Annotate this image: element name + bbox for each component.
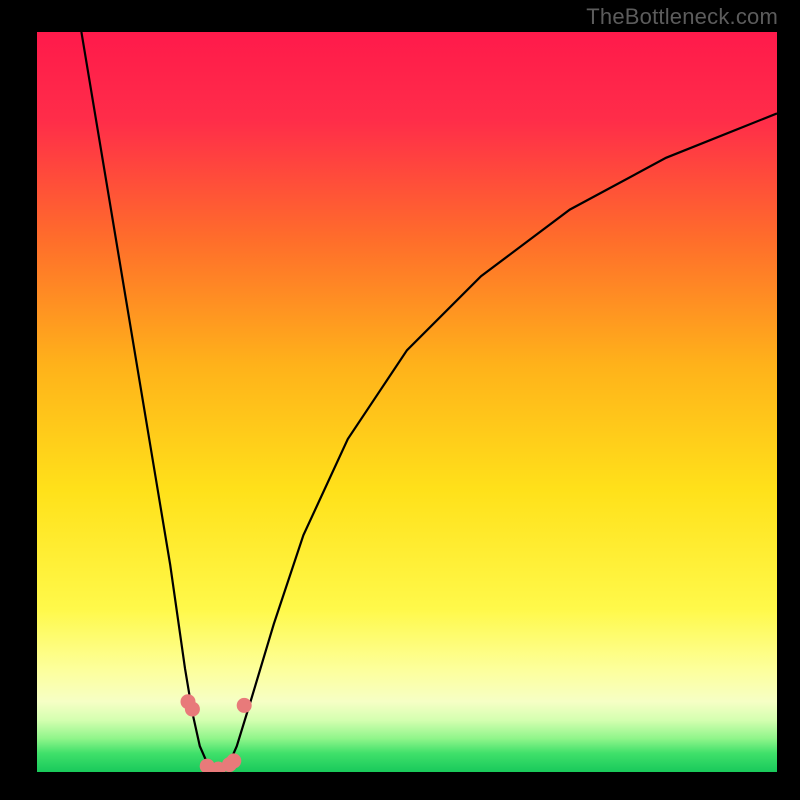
marker-dot <box>226 753 241 768</box>
marker-dot <box>185 702 200 717</box>
bottleneck-curve <box>81 32 777 769</box>
plot-area <box>37 32 777 772</box>
marker-dot <box>237 698 252 713</box>
watermark-text: TheBottleneck.com <box>586 4 778 30</box>
outer-frame: TheBottleneck.com <box>0 0 800 800</box>
curve-layer <box>37 32 777 772</box>
